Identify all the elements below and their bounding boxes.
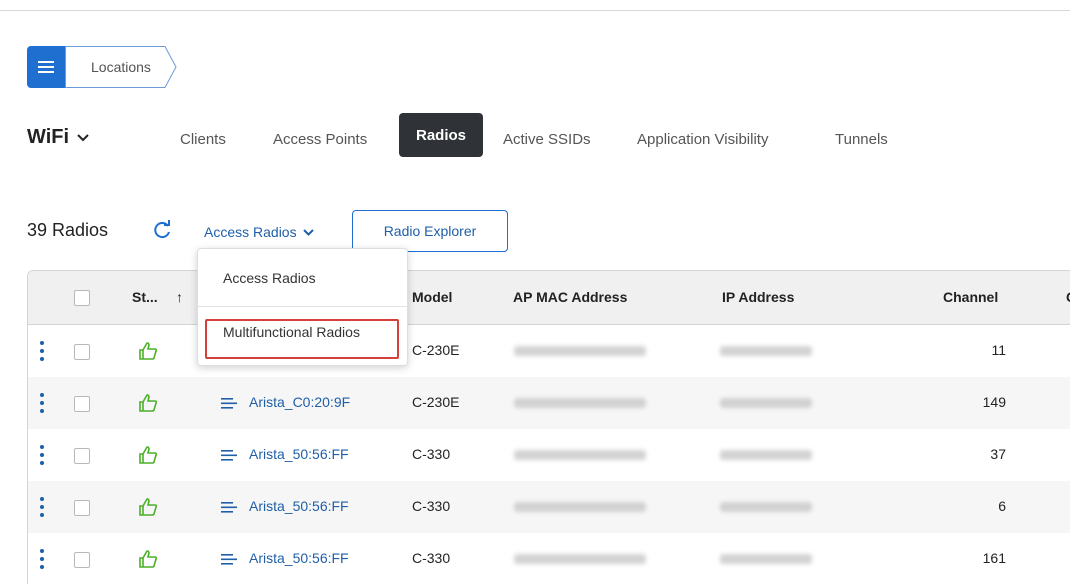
tab-active-ssids[interactable]: Active SSIDs (503, 131, 591, 148)
list-icon (221, 450, 237, 461)
row-checkbox[interactable] (74, 552, 90, 568)
kebab-icon[interactable] (39, 497, 45, 519)
column-ip[interactable]: IP Address (722, 289, 794, 305)
row-checkbox[interactable] (74, 500, 90, 516)
redacted-mac (514, 554, 646, 564)
thumbs-up-icon (139, 394, 158, 412)
redacted-ip (720, 450, 812, 460)
thumbs-up-icon (139, 550, 158, 568)
chevron-down-icon (77, 133, 89, 141)
highlight-box (205, 319, 399, 359)
cell-model: C-330 (412, 498, 451, 514)
redacted-ip (720, 398, 812, 408)
cell-model: C-330 (412, 446, 451, 462)
radio-count: 39 Radios (27, 220, 109, 240)
row-checkbox[interactable] (74, 448, 90, 464)
radio-type-menu: Access Radios Multifunctional Radios (197, 248, 408, 366)
cell-model: C-230E (412, 394, 460, 410)
redacted-mac (514, 450, 646, 460)
redacted-mac (514, 502, 646, 512)
chevron-down-icon (302, 228, 314, 236)
radio-type-dropdown[interactable]: Access Radios (204, 224, 314, 240)
table-row[interactable]: Arista_50:56:FF C-330 37 (28, 429, 1070, 481)
refresh-icon[interactable] (152, 220, 172, 240)
kebab-icon[interactable] (39, 341, 45, 363)
column-clients[interactable]: Cl (1066, 289, 1070, 305)
tab-radios[interactable]: Radios (399, 113, 483, 157)
row-checkbox[interactable] (74, 396, 90, 412)
tab-tunnels[interactable]: Tunnels (835, 131, 888, 148)
redacted-ip (720, 502, 812, 512)
cell-channel: 6 (998, 498, 1006, 514)
list-icon (221, 554, 237, 565)
menu-divider (198, 306, 407, 307)
cell-channel: 161 (982, 550, 1006, 566)
row-checkbox[interactable] (74, 344, 90, 360)
redacted-mac (514, 346, 646, 356)
cell-model: C-330 (412, 550, 451, 566)
list-icon (221, 398, 237, 409)
table-row[interactable]: Arista_50:56:FF C-330 161 (28, 533, 1070, 584)
menu-item-access-radios[interactable]: Access Radios (198, 253, 407, 305)
radio-type-selected: Access Radios (204, 224, 297, 240)
column-channel[interactable]: Channel (943, 289, 998, 305)
cell-name[interactable]: Arista_C0:20:9F (249, 394, 350, 410)
thumbs-up-icon (139, 498, 158, 516)
column-model[interactable]: Model (412, 289, 452, 305)
cell-channel: 11 (991, 342, 1006, 358)
breadcrumb-locations[interactable]: Locations (91, 59, 151, 75)
redacted-mac (514, 398, 646, 408)
tab-application-visibility[interactable]: Application Visibility (637, 131, 768, 148)
hamburger-icon (38, 61, 54, 73)
kebab-icon[interactable] (39, 549, 45, 571)
cell-name[interactable]: Arista_50:56:FF (249, 498, 349, 514)
breadcrumb[interactable]: Locations (65, 46, 177, 88)
page-title: WiFi (27, 126, 70, 148)
select-all-checkbox[interactable] (74, 290, 90, 306)
table-row[interactable]: Arista_C0:20:9F C-230E 149 (28, 377, 1070, 429)
thumbs-up-icon (139, 342, 158, 360)
table-row[interactable]: C-230E 11 (28, 325, 1070, 377)
table-row[interactable]: Arista_50:56:FF C-330 6 (28, 481, 1070, 533)
kebab-icon[interactable] (39, 445, 45, 467)
tab-access-points[interactable]: Access Points (273, 131, 367, 148)
cell-channel: 37 (990, 446, 1006, 462)
top-divider (0, 10, 1070, 11)
table-header: St... ↑ Model AP MAC Address IP Address … (28, 271, 1070, 325)
wifi-selector[interactable]: WiFi (27, 126, 89, 149)
cell-name[interactable]: Arista_50:56:FF (249, 446, 349, 462)
tab-clients[interactable]: Clients (180, 131, 226, 148)
redacted-ip (720, 346, 812, 356)
menu-item-label: Access Radios (223, 270, 316, 286)
cell-channel: 149 (982, 394, 1006, 410)
radios-table: St... ↑ Model AP MAC Address IP Address … (27, 270, 1070, 584)
hamburger-menu-button[interactable] (27, 46, 65, 88)
redacted-ip (720, 554, 812, 564)
radio-explorer-button[interactable]: Radio Explorer (352, 210, 508, 252)
cell-name[interactable]: Arista_50:56:FF (249, 550, 349, 566)
column-status[interactable]: St... (132, 289, 158, 305)
kebab-icon[interactable] (39, 393, 45, 415)
column-ap-mac[interactable]: AP MAC Address (513, 289, 627, 305)
thumbs-up-icon (139, 446, 158, 464)
sort-ascending-icon[interactable]: ↑ (176, 289, 183, 305)
list-icon (221, 502, 237, 513)
cell-model: C-230E (412, 342, 460, 358)
